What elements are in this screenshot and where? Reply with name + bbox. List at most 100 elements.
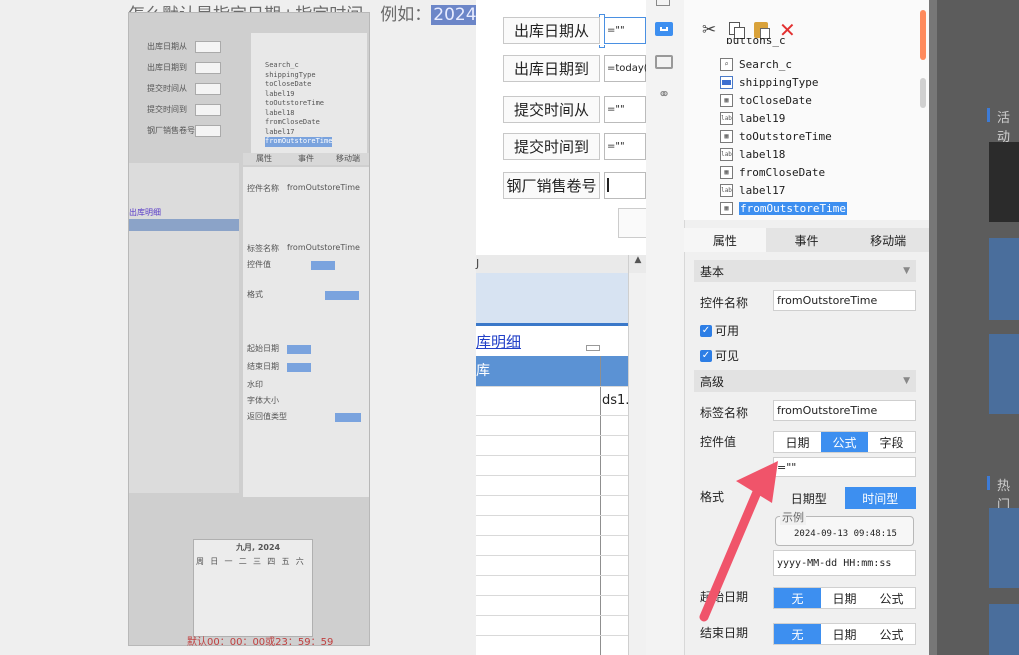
visible-checkbox[interactable]: ✓ 可见 [700, 347, 739, 364]
thumb-prop-value: fromOutstoreTime [287, 243, 360, 252]
component-icon[interactable] [656, 0, 670, 6]
advanced-section-header[interactable]: 高级 ▼ [694, 370, 916, 392]
report-grid: J ▲ 库明细 库 ds1. [476, 255, 647, 655]
end-date-label: 结束日期 [700, 626, 749, 640]
grid-line [476, 386, 628, 387]
format-option-time[interactable]: 时间型 [844, 487, 916, 509]
thumb-input [195, 83, 221, 95]
control-name-input[interactable]: fromOutstoreTime [773, 290, 916, 311]
tag-name-input[interactable]: fromOutstoreTime [773, 400, 916, 421]
thumb-tab: 事件 [298, 154, 314, 163]
tree-item[interactable]: lab label18 [720, 145, 847, 163]
thumb-tree-item-selected: fromOutstoreTime [265, 137, 333, 147]
control-value-option-formula[interactable]: 公式 [821, 432, 868, 452]
widget-icon-glyph [660, 27, 668, 31]
control-value-option-field[interactable]: 字段 [868, 432, 915, 452]
sidebar-card[interactable] [989, 334, 1019, 414]
example-value: 2024-09-13 09:48:15 [794, 529, 897, 539]
sidebar-card[interactable] [989, 604, 1019, 655]
date-icon: ▦ [720, 129, 733, 143]
section-marker [987, 476, 990, 490]
property-tabs: 属性 事件 移动端 [684, 228, 929, 252]
control-value-segment: 日期 公式 字段 [773, 431, 916, 453]
input-coil-number[interactable] [604, 172, 646, 199]
end-date-option-formula[interactable]: 公式 [868, 624, 915, 644]
label-coil-number[interactable]: 钢厂销售卷号 [503, 172, 600, 199]
thumb-seg-on [287, 345, 311, 354]
input-submit-time-from[interactable]: ="" [604, 96, 646, 123]
tab-mobile[interactable]: 移动端 [847, 228, 929, 252]
format-segment: 日期型 时间型 [773, 487, 916, 509]
detail-link[interactable]: 库明细 [476, 331, 521, 352]
thumb-tree-item: shippingType [265, 70, 316, 79]
search-widget-icon: ⌕ [720, 57, 733, 71]
end-date-option-date[interactable]: 日期 [821, 624, 868, 644]
tree-item-label: label19 [739, 111, 786, 125]
query-button[interactable] [618, 208, 646, 238]
end-date-option-none[interactable]: 无 [774, 624, 821, 644]
link-icon[interactable]: ⚭ [656, 86, 672, 102]
format-pattern-input[interactable]: yyyy-MM-dd HH:mm:ss [773, 550, 916, 576]
label-icon: lab [720, 183, 733, 197]
thumb-input [195, 62, 221, 74]
layout-icon[interactable] [655, 55, 673, 69]
vertical-scrollbar[interactable] [628, 273, 647, 655]
scroll-up-icon[interactable]: ▲ [628, 255, 647, 273]
label-submit-time-from[interactable]: 提交时间从 [503, 96, 600, 123]
tree-item-partial[interactable]: buttons_c [726, 38, 786, 50]
cell-widget-icon [586, 345, 600, 351]
control-name-label: 控件名称 [700, 296, 749, 310]
thumb-weekday: 周 [196, 557, 204, 566]
grid-line [476, 535, 628, 536]
tree-item-label: Search_c [739, 57, 792, 71]
input-submit-time-to[interactable]: ="" [604, 133, 646, 160]
label-submit-time-to[interactable]: 提交时间到 [503, 133, 600, 160]
thumb-calendar-title: 九月, 2024 [236, 543, 281, 552]
sidebar-title-activity: 活动 [997, 111, 1011, 145]
thumb-tree-item: toOutstoreTime [265, 99, 325, 107]
sidebar-card[interactable] [989, 508, 1019, 588]
input-out-date-to[interactable]: =today( [604, 55, 648, 82]
tree-item[interactable]: ▦ fromCloseDate [720, 163, 847, 181]
control-value-option-date[interactable]: 日期 [774, 432, 821, 452]
label-out-date-to[interactable]: 出库日期到 [503, 55, 600, 82]
cut-icon[interactable]: ✂ [702, 20, 716, 40]
thumb-report: 出库明细 [129, 163, 239, 493]
sidebar-card[interactable] [989, 142, 1019, 222]
tree-scrollbar-thumb[interactable] [920, 10, 926, 60]
thumb-seg-on [335, 413, 361, 422]
tree-item-label: buttons_c [726, 38, 786, 47]
tree-item[interactable]: ▦ toOutstoreTime [720, 127, 847, 145]
widget-icon[interactable] [655, 22, 673, 36]
example-box: 示例 2024-09-13 09:48:15 [775, 509, 914, 546]
tree-item[interactable]: shippingType [720, 73, 847, 91]
tab-events[interactable]: 事件 [766, 228, 848, 252]
start-date-segment: 无 日期 公式 [773, 587, 916, 609]
title-band [476, 273, 628, 325]
end-date-segment: 无 日期 公式 [773, 623, 916, 645]
start-date-option-date[interactable]: 日期 [821, 588, 868, 608]
start-date-option-formula[interactable]: 公式 [868, 588, 915, 608]
input-out-date-from[interactable]: ="" [604, 17, 646, 44]
visible-label: 可见 [715, 349, 740, 363]
thumb-tabs: 属性 事件 移动端 [243, 153, 369, 165]
enabled-checkbox[interactable]: ✓ 可用 [700, 322, 739, 339]
tree-item[interactable]: ⌕ Search_c [720, 55, 847, 73]
thumb-calendar: 九月, 2024 周 日 一 二 三 四 五 六 [193, 539, 313, 637]
tree-item-selected[interactable]: ▦ fromOutstoreTime [720, 199, 847, 217]
enabled-label: 可用 [715, 324, 740, 338]
label-out-date-from[interactable]: 出库日期从 [503, 17, 600, 44]
tab-properties[interactable]: 属性 [684, 228, 766, 252]
thumb-weekdays: 周 日 一 二 三 四 五 六 [196, 556, 310, 567]
formula-input[interactable]: ="" [773, 457, 916, 477]
sidebar-card[interactable] [989, 238, 1019, 320]
tree-item[interactable]: ▦ toCloseDate [720, 91, 847, 109]
thumb-prop: 格式 [247, 290, 263, 299]
basic-section-header[interactable]: 基本 ▼ [694, 260, 916, 282]
column-letter: J [476, 257, 480, 270]
tree-item-label: fromCloseDate [739, 165, 826, 179]
date-icon: ▦ [720, 201, 733, 215]
tree-item[interactable]: lab label19 [720, 109, 847, 127]
side-toolstrip: ⚭ [646, 0, 685, 655]
tree-item[interactable]: lab label17 [720, 181, 847, 199]
